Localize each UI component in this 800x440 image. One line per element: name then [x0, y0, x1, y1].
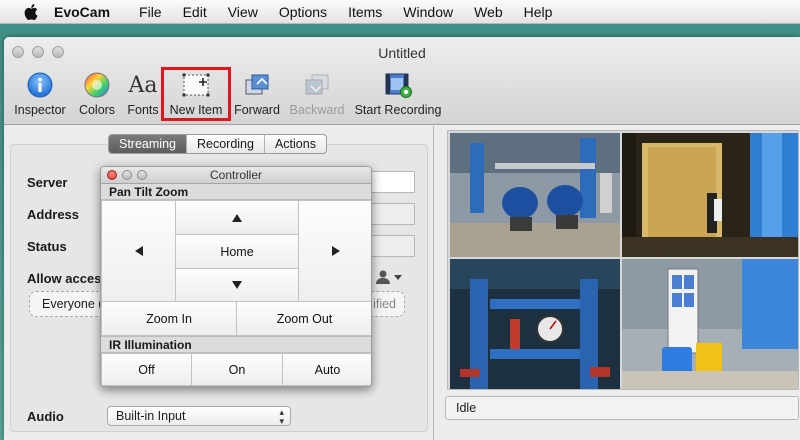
ir-off-button[interactable]: Off: [101, 353, 192, 386]
ir-on-button[interactable]: On: [191, 353, 283, 386]
arrow-down-icon: [232, 281, 242, 289]
controller-title: Controller: [209, 168, 263, 182]
camera-feed-1[interactable]: [450, 133, 620, 257]
ir-section-header: IR Illumination: [101, 336, 371, 353]
ir-controls: Off On Auto: [101, 353, 371, 386]
audio-select[interactable]: Built-in Input ▴ ▾: [107, 406, 291, 426]
camera-feed-4[interactable]: [622, 259, 798, 389]
new-item-button[interactable]: New Item: [161, 67, 231, 121]
send-backward-icon: [305, 74, 329, 95]
menu-options[interactable]: Options: [279, 4, 327, 20]
menu-window[interactable]: Window: [403, 4, 453, 20]
camera-feed-2[interactable]: [622, 133, 798, 257]
status-label: Status: [27, 239, 67, 254]
menu-view[interactable]: View: [228, 4, 258, 20]
camera-grid: [447, 130, 799, 390]
arrow-left-icon: [134, 246, 143, 256]
menu-items[interactable]: Items: [348, 4, 382, 20]
menu-edit[interactable]: Edit: [183, 4, 207, 20]
menu-web[interactable]: Web: [474, 4, 503, 20]
allow-access-value: Everyone (r: [42, 297, 107, 311]
start-recording-button[interactable]: Start Recording: [352, 70, 444, 118]
server-label: Server: [27, 175, 68, 190]
tilt-down-button[interactable]: [175, 268, 299, 302]
select-arrows-icon: ▴ ▾: [279, 407, 284, 426]
bring-forward-icon: [245, 74, 269, 95]
zoom-in-button[interactable]: Zoom In: [101, 301, 237, 336]
pan-left-button[interactable]: [101, 200, 176, 302]
fonts-icon: Aa: [128, 72, 158, 98]
inspector-button[interactable]: Inspector: [10, 70, 70, 118]
window-title: Untitled: [378, 45, 426, 61]
tab-actions[interactable]: Actions: [265, 135, 326, 153]
video-pane: Idle: [435, 126, 800, 440]
allow-access-value-tail: ified: [373, 297, 396, 311]
menu-help[interactable]: Help: [524, 4, 553, 20]
backward-button[interactable]: Backward: [287, 70, 347, 118]
audio-label: Audio: [27, 409, 64, 424]
menu-app-name[interactable]: EvoCam: [54, 4, 110, 20]
arrow-up-icon: [232, 213, 242, 222]
tab-streaming[interactable]: Streaming: [109, 135, 187, 153]
record-film-icon: [385, 73, 412, 98]
tab-bar: Streaming Recording Actions: [108, 134, 327, 154]
ptz-section-header: Pan Tilt Zoom: [101, 184, 371, 200]
zoom-out-button[interactable]: Zoom Out: [236, 301, 371, 336]
tab-recording[interactable]: Recording: [187, 135, 265, 153]
arrow-right-icon: [331, 246, 340, 256]
status-text: Idle: [456, 401, 477, 415]
apple-menu-icon[interactable]: [22, 3, 40, 21]
controller-minimize-button[interactable]: [122, 170, 132, 180]
pan-right-button[interactable]: [298, 200, 371, 302]
address-label: Address: [27, 207, 80, 222]
menu-file[interactable]: File: [139, 4, 162, 20]
camera-feed-3[interactable]: [450, 259, 620, 389]
ptz-controls: Home Zoom In Zoom Out IR Illumination: [101, 200, 371, 353]
title-bar: Untitled Inspector Colors Aa Fonts New I…: [4, 37, 800, 125]
menu-bar: EvoCam File Edit View Options Items Wind…: [0, 0, 800, 24]
colors-button[interactable]: Colors: [74, 70, 120, 118]
status-bar: Idle: [445, 396, 799, 420]
fonts-button[interactable]: Aa Fonts: [124, 70, 162, 118]
tilt-up-button[interactable]: [175, 200, 299, 235]
controller-panel: Controller Pan Tilt Zoom Home Zoom In Zo…: [100, 166, 372, 387]
controller-zoom-button[interactable]: [137, 170, 147, 180]
info-icon: [27, 72, 53, 98]
home-button[interactable]: Home: [175, 234, 299, 269]
new-item-icon: [182, 73, 210, 97]
color-wheel-icon: [84, 72, 110, 98]
allow-access-label: Allow access: [27, 271, 109, 286]
forward-button[interactable]: Forward: [232, 70, 282, 118]
ir-auto-button[interactable]: Auto: [282, 353, 371, 386]
controller-title-bar: Controller: [101, 167, 371, 184]
user-menu-icon[interactable]: [375, 269, 403, 288]
controller-close-button[interactable]: [107, 170, 117, 180]
